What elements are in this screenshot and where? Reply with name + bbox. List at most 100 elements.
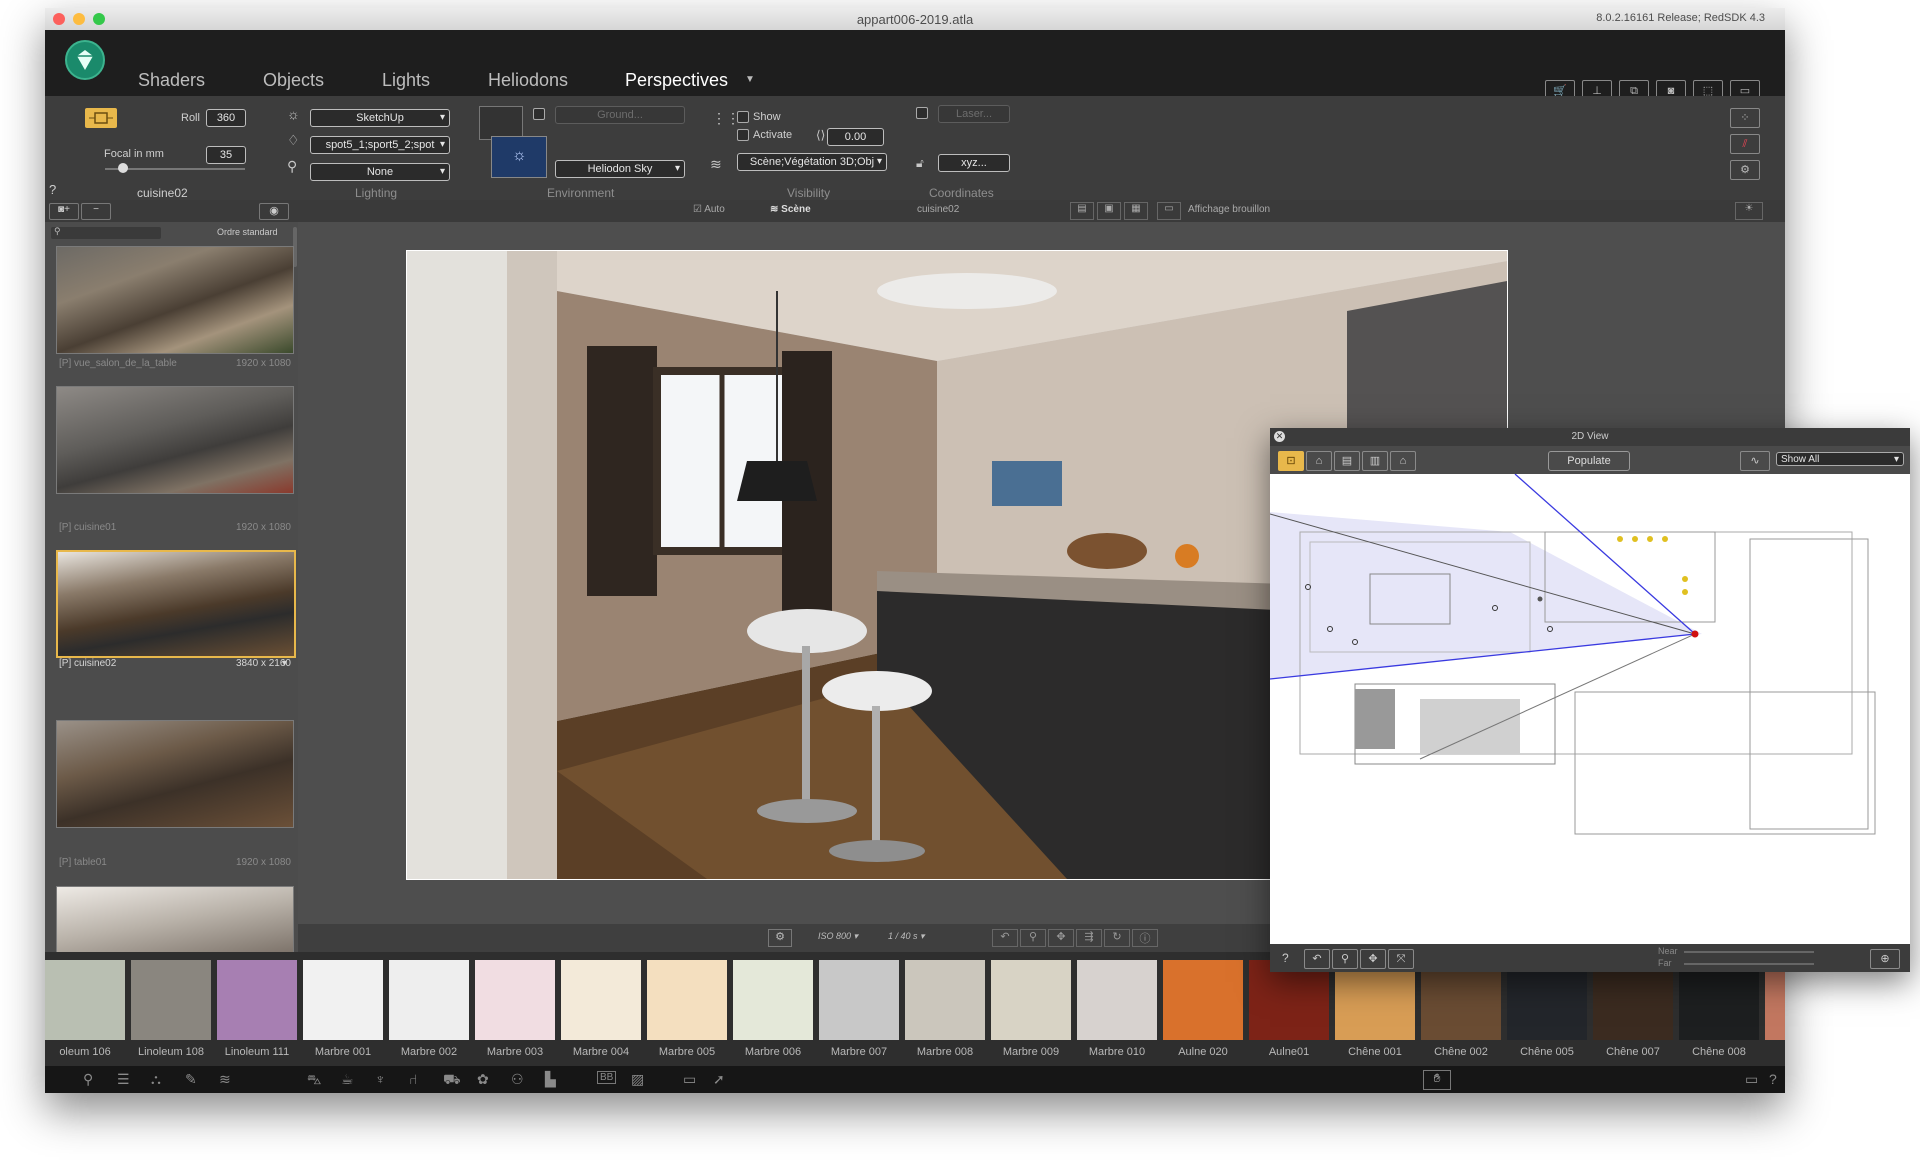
noise-icon[interactable]: ⁘ — [1730, 108, 1760, 128]
preset-select[interactable]: None — [310, 163, 450, 181]
focal-input[interactable]: 35 — [206, 146, 246, 164]
menu-heliodons[interactable]: Heliodons — [488, 70, 568, 91]
view-2d-help-button[interactable]: ? — [1282, 951, 1289, 965]
view-2d-home-icon[interactable]: ⌂ — [1306, 451, 1332, 471]
view-2d-fit-icon[interactable]: ⤧ — [1388, 949, 1414, 969]
info-icon[interactable]: ⓘ — [1132, 929, 1158, 947]
search-input[interactable]: ⚲ — [51, 226, 161, 239]
laser-field[interactable]: Laser... — [938, 105, 1010, 123]
roof-icon[interactable]: ⛬ — [151, 1071, 161, 1088]
people-icon[interactable]: ⚇ — [511, 1071, 524, 1088]
thumbnail-next[interactable] — [56, 886, 294, 952]
undo-icon[interactable]: ↶ — [992, 929, 1018, 947]
laser-checkbox[interactable] — [916, 107, 928, 119]
menu-perspectives[interactable]: Perspectives — [625, 70, 728, 91]
sort-select[interactable]: Ordre standard — [217, 227, 278, 237]
material-swatch[interactable] — [1421, 960, 1501, 1040]
iso-select[interactable]: ISO 800 ▾ — [818, 931, 858, 942]
menu-objects[interactable]: Objects — [263, 70, 324, 91]
material-swatch[interactable] — [1077, 960, 1157, 1040]
zoom-icon[interactable]: ⚲ — [1020, 929, 1046, 947]
sky-preview[interactable]: ☼ — [491, 136, 547, 178]
billboard-icon[interactable]: BB — [597, 1071, 617, 1084]
view-2d-undo-icon[interactable]: ↶ — [1304, 949, 1330, 969]
roll-input[interactable]: 360 — [206, 109, 246, 127]
view-2d-section-icon[interactable]: ▥ — [1362, 451, 1388, 471]
pan-icon[interactable]: ✥ — [1048, 929, 1074, 947]
layout-grid-icon[interactable]: ▦ — [1124, 202, 1148, 220]
color-icon[interactable]: ⫽ — [1730, 134, 1760, 154]
lights-select[interactable]: spot5_1;sport5_2;spot — [310, 136, 450, 154]
panel-toggle-icon[interactable]: ▭ — [1745, 1071, 1758, 1088]
material-swatch[interactable] — [819, 960, 899, 1040]
focal-slider-handle[interactable] — [118, 163, 128, 173]
layout-split-icon[interactable]: ▤ — [1070, 202, 1094, 220]
lamp-icon[interactable]: ♆ — [375, 1071, 386, 1087]
ground-checkbox[interactable] — [533, 108, 545, 120]
material-swatch[interactable] — [475, 960, 555, 1040]
material-swatch[interactable] — [1507, 960, 1587, 1040]
floor-plan-canvas[interactable] — [1270, 473, 1910, 944]
view-2d-curve-icon[interactable]: ∿ — [1740, 451, 1770, 471]
ground-field[interactable]: Ground... — [555, 106, 685, 124]
xyz-field[interactable]: xyz... — [938, 154, 1010, 172]
viewport-options-icon[interactable]: ☀ — [1735, 202, 1763, 220]
view-2d-pan-icon[interactable]: ✥ — [1360, 949, 1386, 969]
perspectives-dropdown-icon[interactable]: ▼ — [745, 74, 755, 85]
thumbnail-table01[interactable] — [56, 720, 294, 828]
material-swatch[interactable] — [389, 960, 469, 1040]
menu-shaders[interactable]: Shaders — [138, 70, 205, 91]
car-icon[interactable]: ⛍ — [307, 1071, 321, 1090]
material-swatch[interactable] — [303, 960, 383, 1040]
material-swatch[interactable] — [1249, 960, 1329, 1040]
material-swatch[interactable] — [1335, 960, 1415, 1040]
material-swatch[interactable] — [131, 960, 211, 1040]
activate-checkbox[interactable] — [737, 129, 749, 141]
water-icon[interactable]: ≋ — [219, 1071, 231, 1088]
view-2d-roof-icon[interactable]: ⌂ — [1390, 451, 1416, 471]
thumbnail-vue-salon[interactable] — [56, 246, 294, 354]
view-2d-floor-icon[interactable]: ▤ — [1334, 451, 1360, 471]
visibility-value-input[interactable]: 0.00 — [827, 128, 884, 146]
material-swatch[interactable] — [1765, 960, 1785, 1040]
show-all-select[interactable]: Show All — [1776, 452, 1904, 467]
vehicle-icon[interactable]: ⛟ — [443, 1071, 461, 1090]
near-slider[interactable] — [1684, 951, 1814, 953]
remove-camera-button[interactable]: − — [81, 203, 111, 220]
view-2d-zoom-icon[interactable]: ⚲ — [1332, 949, 1358, 969]
orbit-icon[interactable]: ↻ — [1104, 929, 1130, 947]
material-swatch[interactable] — [647, 960, 727, 1040]
add-camera-button[interactable]: ◙+ — [49, 203, 79, 220]
help-button[interactable]: ? — [49, 182, 56, 197]
layout-frame-icon[interactable]: ▣ — [1097, 202, 1121, 220]
view-2d-target-icon[interactable]: ⊕ — [1870, 949, 1900, 969]
camera-mode-button[interactable] — [85, 108, 117, 128]
thumbnail-cuisine02[interactable] — [56, 550, 296, 658]
pencil-icon[interactable]: ✎ — [185, 1071, 197, 1088]
render-settings-gear-icon[interactable]: ⚙ — [768, 929, 792, 947]
folder-icon[interactable]: ▭ — [683, 1071, 696, 1088]
thumbnail-cuisine01[interactable] — [56, 386, 294, 494]
stairs-icon[interactable]: ☰ — [117, 1071, 130, 1088]
app-logo-icon[interactable] — [65, 40, 105, 80]
settings-gear-icon[interactable]: ⚙ — [1730, 160, 1760, 180]
building-icon[interactable]: ▙ — [545, 1071, 556, 1088]
view-2d-plan-icon[interactable]: ⊡ — [1278, 451, 1304, 471]
chair-icon[interactable]: ⑁ — [409, 1071, 417, 1087]
far-slider[interactable] — [1684, 963, 1814, 965]
populate-button[interactable]: Populate — [1548, 451, 1630, 471]
cursor-icon[interactable]: ➚ — [713, 1071, 725, 1088]
help-icon[interactable]: ? — [1769, 1071, 1777, 1087]
eye-icon[interactable]: ◉ — [259, 203, 289, 220]
image-icon[interactable]: ▨ — [631, 1071, 644, 1088]
shutter-select[interactable]: 1 / 40 s ▾ — [888, 931, 925, 942]
cup-icon[interactable]: ☕︎ — [341, 1071, 354, 1088]
renderer-select[interactable]: SketchUp — [310, 109, 450, 127]
material-swatch[interactable] — [733, 960, 813, 1040]
material-swatch[interactable] — [561, 960, 641, 1040]
walk-icon[interactable]: ⇶ — [1076, 929, 1102, 947]
layers-select[interactable]: Scène;Végétation 3D;Obj — [737, 153, 887, 171]
scene-toggle[interactable]: ≋ Scène — [770, 204, 811, 215]
material-swatch[interactable] — [905, 960, 985, 1040]
show-checkbox[interactable] — [737, 111, 749, 123]
